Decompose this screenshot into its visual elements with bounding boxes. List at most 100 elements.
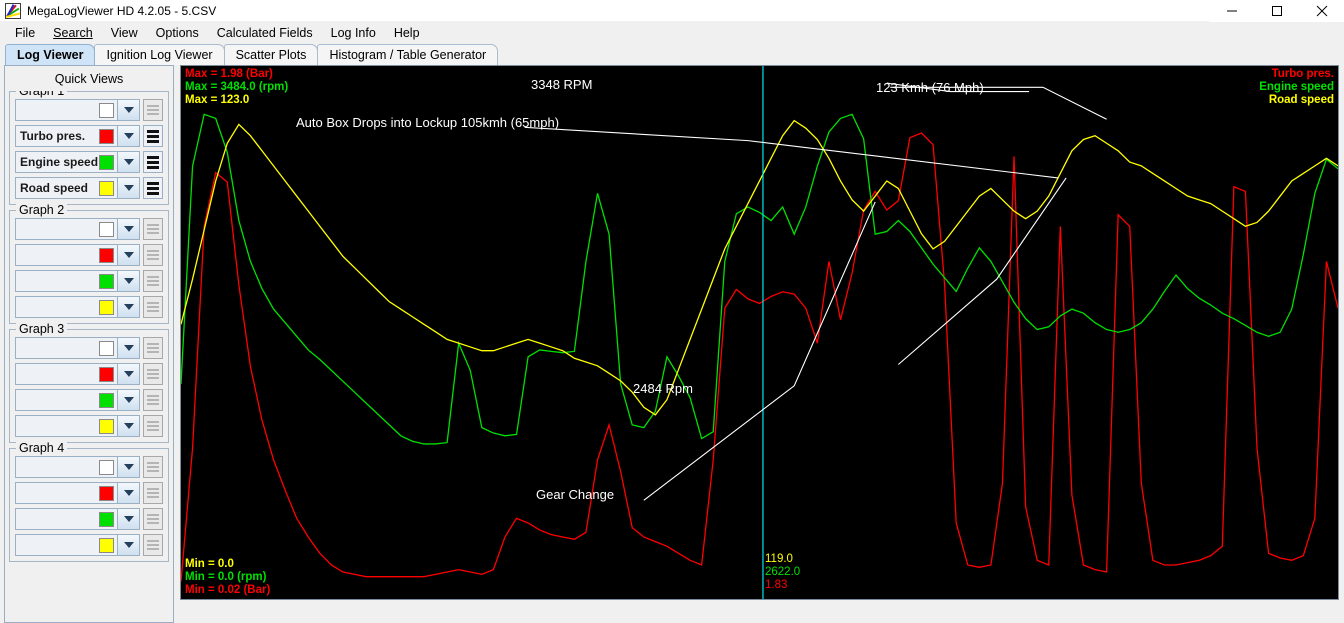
channel-options-icon[interactable] (143, 534, 163, 556)
window-title: MegaLogViewer HD 4.2.05 - 5.CSV (27, 3, 217, 18)
chevron-down-icon[interactable] (118, 177, 140, 199)
channel-color-swatch[interactable] (99, 299, 114, 315)
channel-select-2-3[interactable] (15, 270, 118, 292)
chevron-down-icon[interactable] (118, 534, 140, 556)
channel-color-swatch[interactable] (99, 418, 114, 434)
channel-select-2-4[interactable] (15, 296, 118, 318)
tab-strip: Log Viewer Ignition Log Viewer Scatter P… (0, 43, 1344, 65)
window-controls (1209, 0, 1344, 22)
channel-options-icon[interactable] (143, 508, 163, 530)
channel-options-icon[interactable] (143, 125, 163, 147)
channel-color-swatch[interactable] (99, 485, 114, 501)
channel-select-1-3[interactable]: Engine speed (15, 151, 118, 173)
channel-select-3-3[interactable] (15, 389, 118, 411)
chart-legend-entry: Road speed (1268, 94, 1334, 106)
tab-scatter-plots[interactable]: Scatter Plots (223, 44, 319, 65)
title-bar: MegaLogViewer HD 4.2.05 - 5.CSV (0, 0, 1344, 22)
channel-color-swatch[interactable] (99, 459, 114, 475)
chart-annotation: 123 Kmh (76 Mph) (876, 80, 984, 95)
minimize-icon[interactable] (1209, 0, 1254, 22)
channel-select-1-2[interactable]: Turbo pres. (15, 125, 118, 147)
channel-color-swatch[interactable] (99, 273, 114, 289)
chevron-down-icon[interactable] (118, 337, 140, 359)
channel-select-3-4[interactable] (15, 415, 118, 437)
chevron-down-icon[interactable] (118, 244, 140, 266)
annotation-leader-line (644, 202, 875, 500)
menu-file[interactable]: File (6, 24, 44, 42)
channel-options-icon[interactable] (143, 270, 163, 292)
channel-color-swatch[interactable] (99, 366, 114, 382)
series-road-speed (181, 121, 1338, 415)
chevron-down-icon[interactable] (118, 270, 140, 292)
channel-row (15, 508, 163, 530)
chevron-down-icon[interactable] (118, 508, 140, 530)
quick-views-title: Quick Views (54, 72, 124, 86)
channel-options-icon[interactable] (143, 99, 163, 121)
chevron-down-icon[interactable] (118, 456, 140, 478)
channel-color-swatch[interactable] (99, 392, 114, 408)
channel-color-swatch[interactable] (99, 180, 114, 196)
menu-log-info[interactable]: Log Info (322, 24, 385, 42)
channel-color-swatch[interactable] (99, 537, 114, 553)
channel-select-4-2[interactable] (15, 482, 118, 504)
chevron-down-icon[interactable] (118, 218, 140, 240)
log-chart[interactable]: Max = 1.98 (Bar) Max = 3484.0 (rpm) Max = … (180, 65, 1339, 600)
graph-group-label: Graph 1 (16, 91, 68, 98)
tab-histogram-table-generator[interactable]: Histogram / Table Generator (317, 44, 499, 65)
menu-calculated-fields[interactable]: Calculated Fields (208, 24, 322, 42)
channel-color-swatch[interactable] (99, 511, 114, 527)
channel-options-icon[interactable] (143, 151, 163, 173)
channel-options-icon[interactable] (143, 218, 163, 240)
channel-select-3-2[interactable] (15, 363, 118, 385)
channel-options-icon[interactable] (143, 482, 163, 504)
menu-options[interactable]: Options (147, 24, 208, 42)
channel-row (15, 244, 163, 266)
channel-select-4-3[interactable] (15, 508, 118, 530)
channel-options-icon[interactable] (143, 177, 163, 199)
channel-options-icon[interactable] (143, 415, 163, 437)
channel-name: Turbo pres. (20, 129, 86, 143)
chevron-down-icon[interactable] (118, 363, 140, 385)
channel-options-icon[interactable] (143, 456, 163, 478)
chevron-down-icon[interactable] (118, 125, 140, 147)
chevron-down-icon[interactable] (118, 482, 140, 504)
channel-options-icon[interactable] (143, 363, 163, 385)
app-logo-icon (5, 2, 21, 19)
menu-search[interactable]: Search (44, 24, 102, 42)
chevron-down-icon[interactable] (118, 415, 140, 437)
tab-ignition-log-viewer[interactable]: Ignition Log Viewer (94, 44, 225, 65)
channel-row (15, 363, 163, 385)
close-icon[interactable] (1299, 0, 1344, 22)
tab-log-viewer[interactable]: Log Viewer (5, 44, 96, 65)
graph-group-4: Graph 4 (9, 441, 169, 562)
channel-row (15, 482, 163, 504)
maximize-icon[interactable] (1254, 0, 1299, 22)
channel-color-swatch[interactable] (99, 340, 114, 356)
channel-color-swatch[interactable] (99, 154, 114, 170)
chevron-down-icon[interactable] (118, 389, 140, 411)
channel-color-swatch[interactable] (99, 221, 114, 237)
channel-options-icon[interactable] (143, 296, 163, 318)
chevron-down-icon[interactable] (118, 296, 140, 318)
graph-group-label: Graph 3 (16, 322, 68, 336)
channel-options-icon[interactable] (143, 244, 163, 266)
channel-select-2-2[interactable] (15, 244, 118, 266)
cursor-readout-value: 1.83 (765, 579, 788, 591)
graph-groups-list: Graph 1 Turbo pres. Engine speed Road speed… (5, 91, 173, 622)
channel-select-3-1[interactable] (15, 337, 118, 359)
channel-options-icon[interactable] (143, 389, 163, 411)
channel-select-2-1[interactable] (15, 218, 118, 240)
channel-color-swatch[interactable] (99, 247, 114, 263)
channel-select-4-1[interactable] (15, 456, 118, 478)
menu-view[interactable]: View (102, 24, 147, 42)
channel-color-swatch[interactable] (99, 128, 114, 144)
channel-select-4-4[interactable] (15, 534, 118, 556)
channel-color-swatch[interactable] (99, 102, 114, 118)
chevron-down-icon[interactable] (118, 99, 140, 121)
channel-row: Turbo pres. (15, 125, 163, 147)
channel-select-1-1[interactable] (15, 99, 118, 121)
chevron-down-icon[interactable] (118, 151, 140, 173)
channel-select-1-4[interactable]: Road speed (15, 177, 118, 199)
channel-options-icon[interactable] (143, 337, 163, 359)
menu-help[interactable]: Help (385, 24, 429, 42)
